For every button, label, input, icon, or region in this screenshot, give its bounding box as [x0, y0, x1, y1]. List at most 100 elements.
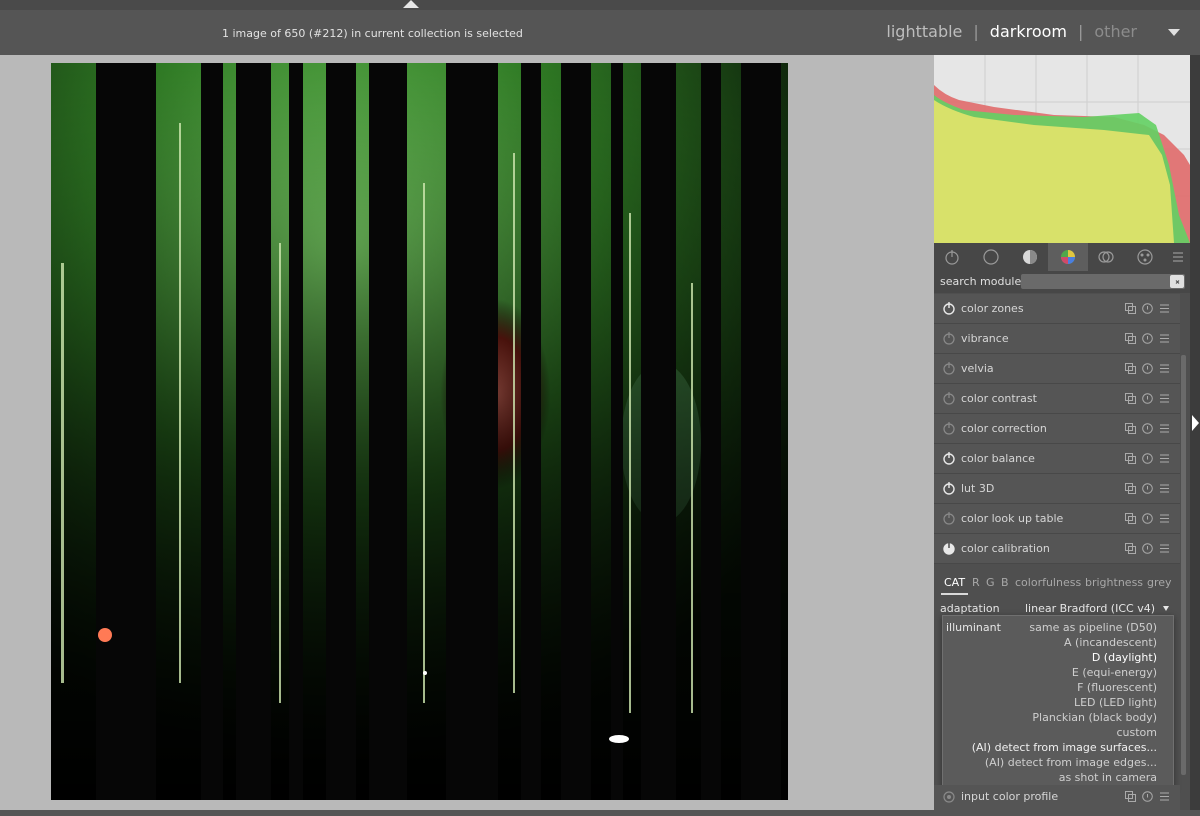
illuminant-option[interactable]: (AI) detect from image edges... [985, 756, 1157, 769]
tab-colorfulness[interactable]: colorfulness [1015, 576, 1081, 589]
multi-instance-icon[interactable] [1125, 423, 1136, 434]
illuminant-option[interactable]: as shot in camera [1059, 771, 1157, 784]
power-icon[interactable] [942, 421, 956, 435]
multi-instance-icon[interactable] [1125, 393, 1136, 404]
reset-icon[interactable] [1142, 483, 1153, 494]
module-color-contrast[interactable]: color contrast [934, 384, 1180, 414]
presets-icon[interactable] [1159, 791, 1170, 802]
illuminant-option[interactable]: LED (LED light) [1074, 696, 1157, 709]
tab-cat[interactable]: CAT [944, 576, 965, 589]
panel-scrollbar[interactable] [1181, 355, 1186, 775]
menu-icon[interactable] [1170, 249, 1186, 265]
power-icon[interactable] [944, 249, 960, 265]
correct-icon[interactable] [1098, 249, 1114, 265]
presets-icon[interactable] [1159, 333, 1170, 344]
dropdown-arrow-icon[interactable] [1163, 606, 1169, 611]
presets-icon[interactable] [1159, 423, 1170, 434]
illuminant-option[interactable]: A (incandescent) [1064, 636, 1157, 649]
reset-icon[interactable] [1142, 303, 1153, 314]
reset-icon[interactable] [1142, 791, 1153, 802]
module-color-zones[interactable]: color zones [934, 294, 1180, 324]
module-name: input color profile [961, 790, 1059, 803]
presets-icon[interactable] [1159, 483, 1170, 494]
illuminant-option-highlighted[interactable]: (AI) detect from image surfaces... [972, 741, 1157, 754]
search-module-bar: search module [934, 271, 1190, 293]
view-lighttable[interactable]: lighttable [886, 22, 962, 41]
module-name: color correction [961, 422, 1047, 435]
illuminant-option[interactable]: Planckian (black body) [1032, 711, 1157, 724]
color-calibration-panel: CAT R G B colorfulness brightness grey a… [934, 564, 1180, 790]
view-switcher: lighttable | darkroom | other [886, 22, 1137, 41]
illuminant-option[interactable]: same as pipeline (D50) [1029, 621, 1157, 634]
multi-instance-icon[interactable] [1125, 363, 1136, 374]
multi-instance-icon[interactable] [1125, 483, 1136, 494]
power-icon[interactable] [942, 301, 956, 315]
power-icon[interactable] [942, 790, 956, 804]
module-vibrance[interactable]: vibrance [934, 324, 1180, 354]
module-lut-3d[interactable]: lut 3D [934, 474, 1180, 504]
right-panel-toggle-arrow[interactable] [1192, 415, 1199, 431]
reset-icon[interactable] [1142, 543, 1153, 554]
power-icon[interactable] [942, 331, 956, 345]
calibration-tabs: CAT R G B colorfulness brightness grey [934, 576, 1180, 598]
chevron-down-icon[interactable] [1168, 29, 1180, 36]
multi-instance-icon[interactable] [1125, 543, 1136, 554]
histogram[interactable] [934, 55, 1190, 243]
power-icon[interactable] [942, 391, 956, 405]
illuminant-option-selected[interactable]: D (daylight) [1092, 651, 1157, 664]
presets-icon[interactable] [1159, 513, 1170, 524]
illuminant-option[interactable]: custom [1116, 726, 1157, 739]
power-icon[interactable] [942, 511, 956, 525]
module-name: color contrast [961, 392, 1037, 405]
reset-icon[interactable] [1142, 363, 1153, 374]
power-icon[interactable] [942, 361, 956, 375]
search-module-input[interactable] [1021, 274, 1185, 289]
view-darkroom[interactable]: darkroom [990, 22, 1067, 41]
tab-r[interactable]: R [972, 576, 980, 589]
illuminant-option[interactable]: F (fluorescent) [1077, 681, 1157, 694]
module-color-calibration[interactable]: color calibration [934, 534, 1180, 564]
presets-icon[interactable] [1159, 453, 1170, 464]
reset-icon[interactable] [1142, 393, 1153, 404]
multi-instance-icon[interactable] [1125, 333, 1136, 344]
view-separator: | [973, 22, 979, 41]
module-velvia[interactable]: velvia [934, 354, 1180, 384]
tab-grey[interactable]: grey [1147, 576, 1172, 589]
module-color-correction[interactable]: color correction [934, 414, 1180, 444]
color-icon[interactable] [1060, 249, 1076, 265]
presets-icon[interactable] [1159, 543, 1170, 554]
multi-instance-icon[interactable] [1125, 513, 1136, 524]
tone-icon[interactable] [1022, 249, 1038, 265]
clear-icon[interactable] [1170, 275, 1184, 288]
module-input-color-profile[interactable]: input color profile [934, 785, 1180, 811]
presets-icon[interactable] [1159, 393, 1170, 404]
adaptation-label: adaptation [940, 602, 1000, 615]
power-icon[interactable] [942, 541, 956, 555]
photo-bamboo-forest [51, 63, 788, 800]
tab-brightness[interactable]: brightness [1085, 576, 1143, 589]
reset-icon[interactable] [1142, 423, 1153, 434]
module-color-look-up-table[interactable]: color look up table [934, 504, 1180, 534]
presets-icon[interactable] [1159, 363, 1170, 374]
multi-instance-icon[interactable] [1125, 453, 1136, 464]
multi-instance-icon[interactable] [1125, 791, 1136, 802]
reset-icon[interactable] [1142, 453, 1153, 464]
power-icon[interactable] [942, 481, 956, 495]
adaptation-select[interactable]: linear Bradford (ICC v4) [1025, 602, 1155, 615]
circle-icon[interactable] [983, 249, 999, 265]
module-name: color look up table [961, 512, 1064, 525]
tab-g[interactable]: G [986, 576, 995, 589]
top-panel-toggle-arrow[interactable] [403, 0, 419, 8]
reset-icon[interactable] [1142, 333, 1153, 344]
power-icon[interactable] [942, 451, 956, 465]
image-canvas[interactable] [0, 55, 934, 810]
illuminant-option[interactable]: E (equi-energy) [1072, 666, 1157, 679]
multi-instance-icon[interactable] [1125, 303, 1136, 314]
effects-icon[interactable] [1137, 249, 1153, 265]
view-other[interactable]: other [1094, 22, 1137, 41]
module-color-balance[interactable]: color balance [934, 444, 1180, 474]
presets-icon[interactable] [1159, 303, 1170, 314]
right-panel: search module color zones vibrance velvi… [934, 55, 1190, 811]
tab-b[interactable]: B [1001, 576, 1009, 589]
reset-icon[interactable] [1142, 513, 1153, 524]
